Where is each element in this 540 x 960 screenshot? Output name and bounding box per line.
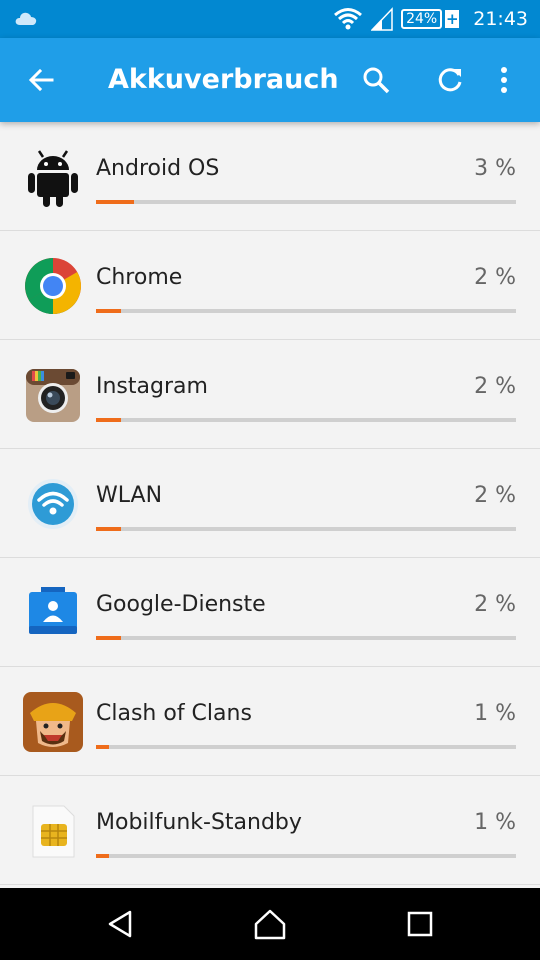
back-nav-icon[interactable]: [102, 906, 138, 942]
wifi-status-icon: [334, 8, 363, 30]
chrome-icon: [25, 258, 81, 314]
instagram-icon: [26, 369, 80, 422]
sim-card-icon: [32, 805, 75, 858]
battery-indicator: 24% +: [401, 9, 460, 29]
google-services-icon: [29, 587, 77, 634]
usage-percent: 2 %: [474, 374, 516, 399]
signal-icon: [371, 7, 393, 31]
usage-bar-fill: [96, 309, 122, 313]
refresh-icon: [438, 68, 462, 92]
usage-bar: [96, 309, 516, 313]
list-item[interactable]: Google-Dienste 2 %: [0, 558, 540, 667]
list-item[interactable]: WLAN 2 %: [0, 449, 540, 558]
usage-bar: [96, 200, 516, 204]
usage-bar: [96, 854, 516, 858]
usage-percent: 2 %: [474, 483, 516, 508]
list-item[interactable]: Android OS 3 %: [0, 122, 540, 231]
home-nav-icon[interactable]: [252, 906, 288, 942]
usage-bar: [96, 527, 516, 531]
usage-percent: 1 %: [474, 810, 516, 835]
battery-usage-list: Android OS 3 % Chrome 2 % Instagram 2 % …: [0, 122, 540, 885]
usage-percent: 3 %: [474, 156, 516, 181]
usage-bar-fill: [96, 200, 134, 204]
overflow-menu-button[interactable]: [486, 62, 522, 98]
search-icon: [363, 67, 390, 94]
battery-level: 24%: [401, 9, 443, 29]
usage-bar-fill: [96, 636, 122, 640]
list-item[interactable]: Mobilfunk-Standby 1 %: [0, 776, 540, 885]
usage-bar-fill: [96, 745, 109, 749]
android-icon: [28, 150, 78, 207]
usage-bar: [96, 745, 516, 749]
usage-bar: [96, 418, 516, 422]
usage-bar-fill: [96, 418, 122, 422]
list-item[interactable]: Clash of Clans 1 %: [0, 667, 540, 776]
clock: 21:43: [473, 8, 528, 30]
app-name: WLAN: [96, 483, 163, 508]
wifi-icon: [28, 479, 78, 529]
app-bar: Akkuverbrauch: [0, 38, 540, 122]
status-bar: 24% + 21:43: [0, 0, 540, 38]
list-item[interactable]: Chrome 2 %: [0, 231, 540, 340]
refresh-button[interactable]: [432, 62, 468, 98]
recents-nav-icon[interactable]: [402, 906, 438, 942]
usage-bar-fill: [96, 854, 109, 858]
navigation-bar: [0, 888, 540, 960]
app-name: Chrome: [96, 265, 183, 290]
app-name: Android OS: [96, 156, 220, 181]
usage-bar-fill: [96, 527, 122, 531]
more-vert-icon: [501, 67, 507, 93]
charging-icon: +: [445, 10, 460, 28]
usage-percent: 2 %: [474, 592, 516, 617]
list-item[interactable]: Instagram 2 %: [0, 340, 540, 449]
usage-percent: 2 %: [474, 265, 516, 290]
clash-of-clans-icon: [23, 692, 83, 752]
app-name: Google-Dienste: [96, 592, 266, 617]
cloud-icon: [15, 12, 37, 25]
app-name: Clash of Clans: [96, 701, 252, 726]
usage-percent: 1 %: [474, 701, 516, 726]
app-name: Mobilfunk-Standby: [96, 810, 302, 835]
search-button[interactable]: [358, 62, 394, 98]
page-title: Akkuverbrauch: [108, 64, 339, 95]
usage-bar: [96, 636, 516, 640]
app-name: Instagram: [96, 374, 208, 399]
back-arrow-icon[interactable]: [24, 62, 60, 98]
